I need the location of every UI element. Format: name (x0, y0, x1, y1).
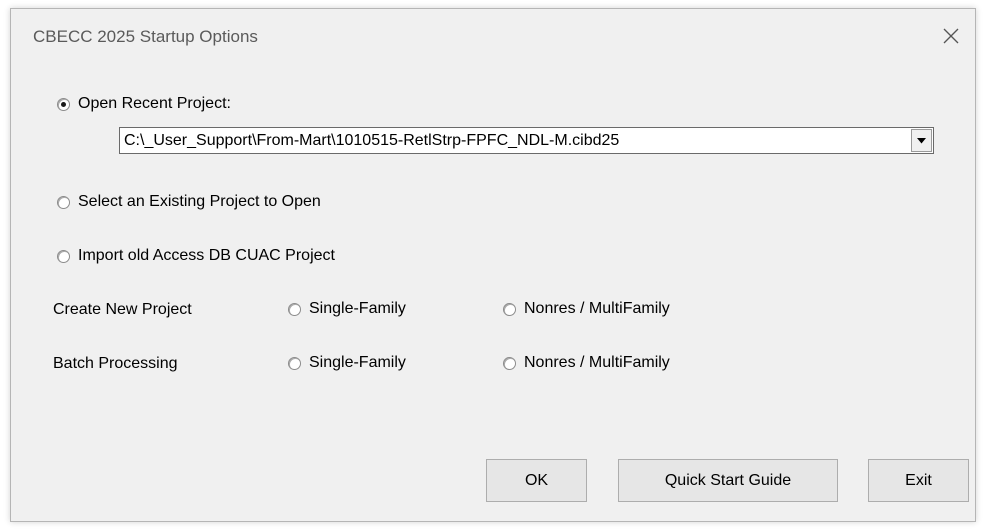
create-nonres-multifamily-label: Nonres / MultiFamily (524, 300, 670, 317)
close-icon (943, 28, 959, 44)
select-existing-project-radio[interactable]: Select an Existing Project to Open (57, 193, 321, 211)
batch-single-family-radio[interactable]: Single-Family (288, 354, 406, 372)
open-recent-project-radio[interactable]: Open Recent Project: (57, 95, 231, 113)
close-button[interactable] (933, 19, 969, 53)
quick-start-guide-button[interactable]: Quick Start Guide (618, 459, 838, 502)
batch-single-family-label: Single-Family (309, 354, 406, 371)
dialog-title: CBECC 2025 Startup Options (33, 27, 258, 46)
startup-options-dialog: CBECC 2025 Startup Options Open Recent P… (10, 8, 976, 522)
import-access-db-radio[interactable]: Import old Access DB CUAC Project (57, 247, 335, 265)
select-existing-project-label: Select an Existing Project to Open (78, 193, 321, 210)
create-single-family-label: Single-Family (309, 300, 406, 317)
create-nonres-multifamily-radio[interactable]: Nonres / MultiFamily (503, 300, 670, 318)
radio-button[interactable] (57, 195, 70, 209)
radio-button[interactable] (503, 356, 516, 370)
create-single-family-radio[interactable]: Single-Family (288, 300, 406, 318)
radio-button[interactable] (288, 302, 301, 316)
recent-project-dropdown[interactable]: C:\_User_Support\From-Mart\1010515-RetlS… (119, 127, 934, 154)
radio-button[interactable] (288, 356, 301, 370)
recent-project-path: C:\_User_Support\From-Mart\1010515-RetlS… (124, 132, 620, 149)
create-new-project-label: Create New Project (53, 301, 192, 318)
chevron-down-icon (917, 138, 926, 144)
open-recent-project-label: Open Recent Project: (78, 95, 231, 112)
radio-button[interactable] (57, 249, 70, 263)
dropdown-button[interactable] (911, 129, 932, 152)
title-bar: CBECC 2025 Startup Options (11, 9, 975, 65)
batch-nonres-multifamily-label: Nonres / MultiFamily (524, 354, 670, 371)
batch-processing-label: Batch Processing (53, 355, 178, 372)
radio-button[interactable] (503, 302, 516, 316)
ok-button[interactable]: OK (486, 459, 587, 502)
exit-button[interactable]: Exit (868, 459, 969, 502)
radio-button-checked[interactable] (57, 97, 70, 111)
import-access-db-label: Import old Access DB CUAC Project (78, 247, 335, 264)
batch-nonres-multifamily-radio[interactable]: Nonres / MultiFamily (503, 354, 670, 372)
